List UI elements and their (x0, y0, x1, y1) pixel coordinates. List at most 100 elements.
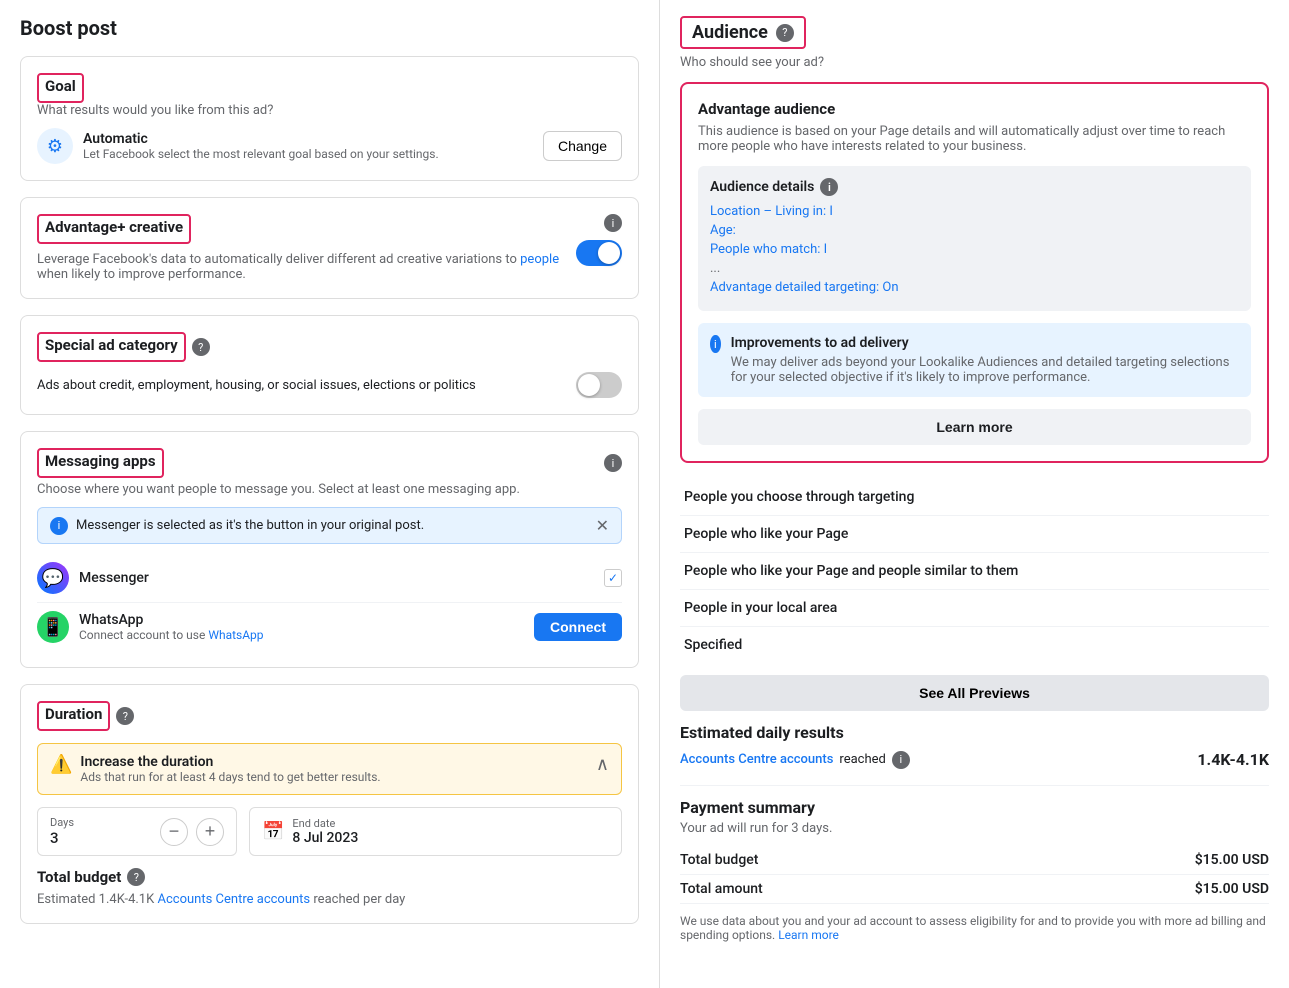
targeting-row: Advantage detailed targeting: On (710, 280, 1239, 295)
payment-total-value: $15.00 USD (1195, 881, 1269, 897)
audience-option-local[interactable]: People in your local area (680, 590, 1269, 627)
advantage-creative-section: Advantage+ creative Leverage Facebook's … (20, 197, 639, 299)
whatsapp-link[interactable]: WhatsApp (208, 628, 263, 642)
advantage-creative-label: Advantage+ creative (45, 218, 183, 236)
messenger-banner-text: Messenger is selected as it's the button… (76, 518, 424, 533)
messenger-checkbox[interactable]: ✓ (604, 569, 622, 587)
see-all-previews-button[interactable]: See All Previews (680, 675, 1269, 711)
warning-icon: ⚠️ (50, 754, 72, 775)
estimated-results-value: 1.4K-4.1K (1197, 750, 1269, 769)
who-text: Who should see your ad? (680, 55, 1269, 70)
duration-section: Duration ? ⚠️ Increase the duration Ads … (20, 684, 639, 924)
messaging-apps-subtext: Choose where you want people to message … (37, 482, 622, 497)
estimated-results-info-icon[interactable]: i (892, 751, 910, 769)
messenger-icon: 💬 (37, 562, 69, 594)
age-row: Age: (710, 223, 1239, 238)
fade-text: ... (710, 261, 1239, 276)
goal-icon: ⚙ (37, 128, 73, 164)
location-row: Location – Living in: I (710, 204, 1239, 219)
payment-budget-value: $15.00 USD (1195, 852, 1269, 868)
calendar-icon: 📅 (262, 821, 284, 842)
payment-subtitle: Your ad will run for 3 days. (680, 821, 1269, 836)
advantage-creative-info-icon[interactable]: i (604, 214, 622, 232)
whatsapp-row: 📱 WhatsApp Connect account to use WhatsA… (37, 603, 622, 651)
whatsapp-label: WhatsApp (79, 612, 264, 628)
audience-details-info-icon[interactable]: i (820, 178, 838, 196)
messenger-label: Messenger (79, 570, 149, 586)
warn-title: Increase the duration (80, 754, 380, 770)
days-input: Days 3 − + (37, 807, 237, 856)
advantage-audience-title: Advantage audience (698, 100, 1251, 118)
advantage-creative-link[interactable]: people (520, 252, 559, 267)
special-ad-info-icon[interactable]: ? (192, 338, 210, 356)
goal-subtext: What results would you like from this ad… (37, 103, 622, 118)
advantage-audience-box: Advantage audience This audience is base… (680, 82, 1269, 463)
messaging-apps-info-icon[interactable]: i (604, 454, 622, 472)
messenger-banner-info-icon: i (50, 517, 68, 535)
goal-auto-desc: Let Facebook select the most relevant go… (83, 147, 439, 161)
payment-section: Payment summary Your ad will run for 3 d… (680, 798, 1269, 942)
payment-footer-link[interactable]: Learn more (778, 928, 839, 942)
payment-footer: We use data about you and your ad accoun… (680, 914, 1269, 942)
chevron-up-icon[interactable]: ∧ (596, 754, 609, 775)
accounts-centre-link[interactable]: Accounts Centre accounts (158, 892, 311, 907)
payment-total-label: Total amount (680, 881, 763, 897)
improvements-desc: We may deliver ads beyond your Lookalike… (731, 355, 1239, 385)
audience-details-label: Audience details (710, 179, 814, 195)
special-ad-label: Special ad category (45, 336, 178, 354)
audience-details-box: Audience details i Location – Living in:… (698, 166, 1251, 311)
accounts-centre-accounts-link[interactable]: Accounts Centre accounts (680, 752, 833, 767)
audience-option-page-likes[interactable]: People who like your Page (680, 516, 1269, 553)
page-title: Boost post (20, 16, 639, 40)
advantage-creative-desc: Leverage Facebook's data to automaticall… (37, 252, 564, 282)
reached-label: reached (839, 752, 885, 767)
messenger-banner-close-icon[interactable]: ✕ (596, 516, 609, 535)
total-budget-info-icon[interactable]: ? (127, 868, 145, 886)
special-ad-section: Special ad category ? Ads about credit, … (20, 315, 639, 415)
messenger-banner: i Messenger is selected as it's the butt… (37, 507, 622, 544)
duration-info-icon[interactable]: ? (116, 707, 134, 725)
days-decrement-button[interactable]: − (160, 818, 188, 846)
days-increment-button[interactable]: + (196, 818, 224, 846)
payment-title: Payment summary (680, 798, 1269, 817)
messenger-row: 💬 Messenger ✓ (37, 554, 622, 603)
estimated-reach-text: Estimated 1.4K-4.1K Accounts Centre acco… (37, 892, 622, 907)
improvements-box: i Improvements to ad delivery We may del… (698, 323, 1251, 397)
special-ad-toggle-label: Ads about credit, employment, housing, o… (37, 378, 476, 393)
duration-label: Duration (45, 705, 102, 723)
special-ad-toggle[interactable] (576, 372, 622, 398)
people-match-row: People who match: I (710, 242, 1239, 257)
total-budget-label: Total budget (37, 868, 121, 886)
goal-section: Goal What results would you like from th… (20, 56, 639, 181)
goal-section-label: Goal (45, 77, 76, 95)
warn-desc: Ads that run for at least 4 days tend to… (80, 770, 380, 784)
audience-info-icon[interactable]: ? (776, 24, 794, 42)
days-value: 3 (50, 829, 74, 847)
audience-option-specified[interactable]: Specified (680, 627, 1269, 663)
duration-warning: ⚠️ Increase the duration Ads that run fo… (37, 743, 622, 795)
improvements-info-icon: i (710, 335, 721, 353)
change-button[interactable]: Change (543, 131, 622, 161)
audience-title: Audience (692, 22, 768, 43)
connect-button[interactable]: Connect (534, 613, 622, 641)
advantage-creative-toggle[interactable] (576, 240, 622, 266)
messaging-apps-section: Messaging apps i Choose where you want p… (20, 431, 639, 668)
end-date-box: 📅 End date 8 Jul 2023 (249, 807, 622, 856)
learn-more-button[interactable]: Learn more (698, 409, 1251, 445)
payment-row-total: Total amount $15.00 USD (680, 875, 1269, 904)
payment-row-budget: Total budget $15.00 USD (680, 846, 1269, 875)
audience-option-targeting[interactable]: People you choose through targeting (680, 479, 1269, 516)
goal-auto-label: Automatic (83, 131, 439, 147)
payment-budget-label: Total budget (680, 852, 758, 868)
advantage-audience-desc: This audience is based on your Page deta… (698, 124, 1251, 154)
days-label: Days (50, 816, 74, 829)
whatsapp-icon: 📱 (37, 611, 69, 643)
estimated-results-title: Estimated daily results (680, 723, 1269, 742)
improvements-title: Improvements to ad delivery (731, 335, 1239, 351)
audience-option-similar[interactable]: People who like your Page and people sim… (680, 553, 1269, 590)
estimated-results-section: Estimated daily results Accounts Centre … (680, 723, 1269, 769)
audience-options: People you choose through targeting Peop… (680, 479, 1269, 663)
end-date-value: 8 Jul 2023 (292, 830, 358, 846)
messaging-apps-label: Messaging apps (45, 452, 156, 470)
whatsapp-desc: Connect account to use WhatsApp (79, 628, 264, 642)
